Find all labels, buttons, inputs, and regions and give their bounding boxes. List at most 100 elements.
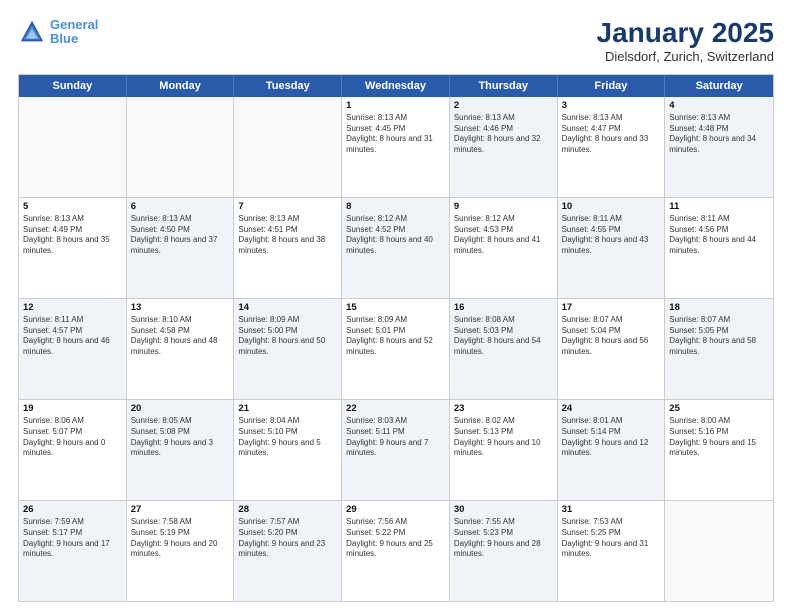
calendar-cell: 8 Sunrise: 8:12 AMSunset: 4:52 PMDaylight… bbox=[342, 198, 450, 298]
calendar-cell: 14Sunrise: 8:09 AMSunset: 5:00 PMDayligh… bbox=[234, 299, 342, 399]
day-number: 12 bbox=[23, 302, 122, 313]
calendar-cell: 3Sunrise: 8:13 AMSunset: 4:47 PMDaylight… bbox=[558, 97, 666, 197]
logo: General Blue bbox=[18, 18, 98, 47]
day-number: 25 bbox=[669, 403, 769, 414]
calendar-cell: 2Sunrise: 8:13 AMSunset: 4:46 PMDaylight… bbox=[450, 97, 558, 197]
weekday-header: Sunday bbox=[19, 75, 127, 97]
weekday-header: Friday bbox=[558, 75, 666, 97]
calendar-cell: 15 Sunrise: 8:09 AMSunset: 5:01 PMDayligh… bbox=[342, 299, 450, 399]
cell-info: Sunrise: 8:04 AMSunset: 5:10 PMDaylight:… bbox=[238, 416, 337, 459]
cell-info: Sunrise: 8:07 AMSunset: 5:04 PMDaylight:… bbox=[562, 315, 661, 358]
calendar-week-row: 1 Sunrise: 8:13 AMSunset: 4:45 PMDaylight… bbox=[19, 97, 773, 198]
cell-info: Sunrise: 7:58 AMSunset: 5:19 PMDaylight:… bbox=[131, 517, 230, 560]
weekday-header: Monday bbox=[127, 75, 235, 97]
calendar-cell: 12Sunrise: 8:11 AMSunset: 4:57 PMDayligh… bbox=[19, 299, 127, 399]
calendar-cell: 21 Sunrise: 8:04 AMSunset: 5:10 PMDayligh… bbox=[234, 400, 342, 500]
calendar-cell bbox=[127, 97, 235, 197]
calendar-header: SundayMondayTuesdayWednesdayThursdayFrid… bbox=[19, 75, 773, 97]
logo-text: General Blue bbox=[50, 18, 98, 47]
calendar-cell: 26Sunrise: 7:59 AMSunset: 5:17 PMDayligh… bbox=[19, 501, 127, 601]
day-number: 2 bbox=[454, 100, 553, 111]
cell-info: Sunrise: 8:12 AMSunset: 4:52 PMDaylight:… bbox=[346, 214, 445, 257]
cell-info: Sunrise: 8:02 AMSunset: 5:13 PMDaylight:… bbox=[454, 416, 553, 459]
calendar-week-row: 5Sunrise: 8:13 AMSunset: 4:49 PMDaylight… bbox=[19, 198, 773, 299]
cell-info: Sunrise: 8:12 AMSunset: 4:53 PMDaylight:… bbox=[454, 214, 553, 257]
day-number: 7 bbox=[238, 201, 337, 212]
day-number: 5 bbox=[23, 201, 122, 212]
calendar-cell: 25 Sunrise: 8:00 AMSunset: 5:16 PMDayligh… bbox=[665, 400, 773, 500]
calendar-cell: 29Sunrise: 7:56 AMSunset: 5:22 PMDayligh… bbox=[342, 501, 450, 601]
weekday-header: Wednesday bbox=[342, 75, 450, 97]
weekday-header: Tuesday bbox=[234, 75, 342, 97]
cell-info: Sunrise: 8:11 AMSunset: 4:55 PMDaylight:… bbox=[562, 214, 661, 257]
cell-info: Sunrise: 7:53 AMSunset: 5:25 PMDaylight:… bbox=[562, 517, 661, 560]
cell-info: Sunrise: 8:10 AMSunset: 4:58 PMDaylight:… bbox=[131, 315, 230, 358]
cell-info: Sunrise: 8:08 AMSunset: 5:03 PMDaylight:… bbox=[454, 315, 553, 358]
day-number: 9 bbox=[454, 201, 553, 212]
logo-icon bbox=[18, 18, 46, 46]
calendar: SundayMondayTuesdayWednesdayThursdayFrid… bbox=[18, 74, 774, 602]
main-title: January 2025 bbox=[597, 18, 774, 49]
day-number: 11 bbox=[669, 201, 769, 212]
logo-line2: Blue bbox=[50, 31, 78, 46]
page: General Blue January 2025 Dielsdorf, Zur… bbox=[0, 0, 792, 612]
calendar-week-row: 26Sunrise: 7:59 AMSunset: 5:17 PMDayligh… bbox=[19, 501, 773, 601]
day-number: 3 bbox=[562, 100, 661, 111]
calendar-cell: 7 Sunrise: 8:13 AMSunset: 4:51 PMDaylight… bbox=[234, 198, 342, 298]
calendar-cell: 22 Sunrise: 8:03 AMSunset: 5:11 PMDayligh… bbox=[342, 400, 450, 500]
calendar-cell: 10 Sunrise: 8:11 AMSunset: 4:55 PMDayligh… bbox=[558, 198, 666, 298]
calendar-week-row: 12Sunrise: 8:11 AMSunset: 4:57 PMDayligh… bbox=[19, 299, 773, 400]
calendar-cell: 23 Sunrise: 8:02 AMSunset: 5:13 PMDayligh… bbox=[450, 400, 558, 500]
calendar-cell: 18Sunrise: 8:07 AMSunset: 5:05 PMDayligh… bbox=[665, 299, 773, 399]
day-number: 1 bbox=[346, 100, 445, 111]
subtitle: Dielsdorf, Zurich, Switzerland bbox=[597, 49, 774, 64]
cell-info: Sunrise: 8:01 AMSunset: 5:14 PMDaylight:… bbox=[562, 416, 661, 459]
cell-info: Sunrise: 8:07 AMSunset: 5:05 PMDaylight:… bbox=[669, 315, 769, 358]
day-number: 6 bbox=[131, 201, 230, 212]
day-number: 30 bbox=[454, 504, 553, 515]
calendar-cell: 19Sunrise: 8:06 AMSunset: 5:07 PMDayligh… bbox=[19, 400, 127, 500]
title-block: January 2025 Dielsdorf, Zurich, Switzerl… bbox=[597, 18, 774, 64]
day-number: 21 bbox=[238, 403, 337, 414]
weekday-header: Saturday bbox=[665, 75, 773, 97]
day-number: 15 bbox=[346, 302, 445, 313]
cell-info: Sunrise: 8:00 AMSunset: 5:16 PMDaylight:… bbox=[669, 416, 769, 459]
day-number: 17 bbox=[562, 302, 661, 313]
calendar-cell: 11 Sunrise: 8:11 AMSunset: 4:56 PMDayligh… bbox=[665, 198, 773, 298]
cell-info: Sunrise: 8:05 AMSunset: 5:08 PMDaylight:… bbox=[131, 416, 230, 459]
day-number: 4 bbox=[669, 100, 769, 111]
calendar-cell: 13Sunrise: 8:10 AMSunset: 4:58 PMDayligh… bbox=[127, 299, 235, 399]
calendar-cell bbox=[19, 97, 127, 197]
day-number: 22 bbox=[346, 403, 445, 414]
day-number: 20 bbox=[131, 403, 230, 414]
cell-info: Sunrise: 8:11 AMSunset: 4:56 PMDaylight:… bbox=[669, 214, 769, 257]
weekday-header: Thursday bbox=[450, 75, 558, 97]
cell-info: Sunrise: 8:13 AMSunset: 4:45 PMDaylight:… bbox=[346, 113, 445, 156]
calendar-cell: 4Sunrise: 8:13 AMSunset: 4:48 PMDaylight… bbox=[665, 97, 773, 197]
calendar-cell bbox=[234, 97, 342, 197]
calendar-cell: 27Sunrise: 7:58 AMSunset: 5:19 PMDayligh… bbox=[127, 501, 235, 601]
day-number: 23 bbox=[454, 403, 553, 414]
cell-info: Sunrise: 7:55 AMSunset: 5:23 PMDaylight:… bbox=[454, 517, 553, 560]
cell-info: Sunrise: 8:13 AMSunset: 4:51 PMDaylight:… bbox=[238, 214, 337, 257]
calendar-cell: 1 Sunrise: 8:13 AMSunset: 4:45 PMDaylight… bbox=[342, 97, 450, 197]
cell-info: Sunrise: 7:57 AMSunset: 5:20 PMDaylight:… bbox=[238, 517, 337, 560]
calendar-cell: 31Sunrise: 7:53 AMSunset: 5:25 PMDayligh… bbox=[558, 501, 666, 601]
calendar-cell: 20 Sunrise: 8:05 AMSunset: 5:08 PMDayligh… bbox=[127, 400, 235, 500]
cell-info: Sunrise: 8:13 AMSunset: 4:50 PMDaylight:… bbox=[131, 214, 230, 257]
calendar-cell: 9 Sunrise: 8:12 AMSunset: 4:53 PMDaylight… bbox=[450, 198, 558, 298]
day-number: 8 bbox=[346, 201, 445, 212]
day-number: 24 bbox=[562, 403, 661, 414]
calendar-cell: 30 Sunrise: 7:55 AMSunset: 5:23 PMDayligh… bbox=[450, 501, 558, 601]
cell-info: Sunrise: 8:09 AMSunset: 5:01 PMDaylight:… bbox=[346, 315, 445, 358]
day-number: 10 bbox=[562, 201, 661, 212]
cell-info: Sunrise: 8:03 AMSunset: 5:11 PMDaylight:… bbox=[346, 416, 445, 459]
logo-line1: General bbox=[50, 17, 98, 32]
cell-info: Sunrise: 7:59 AMSunset: 5:17 PMDaylight:… bbox=[23, 517, 122, 560]
cell-info: Sunrise: 8:06 AMSunset: 5:07 PMDaylight:… bbox=[23, 416, 122, 459]
day-number: 14 bbox=[238, 302, 337, 313]
calendar-cell: 16Sunrise: 8:08 AMSunset: 5:03 PMDayligh… bbox=[450, 299, 558, 399]
calendar-body: 1 Sunrise: 8:13 AMSunset: 4:45 PMDaylight… bbox=[19, 97, 773, 601]
calendar-cell: 6 Sunrise: 8:13 AMSunset: 4:50 PMDaylight… bbox=[127, 198, 235, 298]
calendar-cell: 5Sunrise: 8:13 AMSunset: 4:49 PMDaylight… bbox=[19, 198, 127, 298]
